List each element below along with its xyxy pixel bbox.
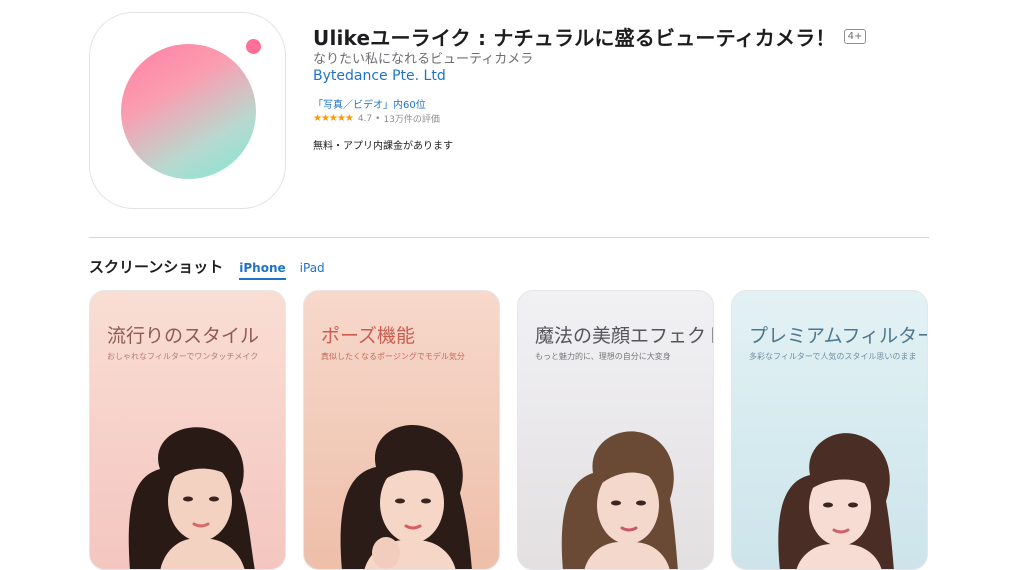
rating-value: 4.7 xyxy=(357,113,373,124)
screenshot-subtext: 多彩なフィルターで人気のスタイル思いのまま xyxy=(749,352,917,361)
section-divider xyxy=(89,237,929,238)
screenshots-header: スクリーンショット iPhone iPad xyxy=(89,256,339,280)
screenshot-headline: ポーズ機能 xyxy=(321,325,416,347)
app-title: Ulikeユーライク : ナチュラルに盛るビューティカメラ！ xyxy=(313,26,836,50)
model-portrait-image xyxy=(128,427,255,569)
model-portrait-image xyxy=(561,431,678,569)
app-icon xyxy=(89,12,286,209)
screenshot-headline: プレミアムフィルター xyxy=(749,325,928,347)
rating-count: 13万件の評価 xyxy=(383,115,440,125)
model-portrait-image xyxy=(340,425,472,569)
screenshot-headline: 流行りのスタイル xyxy=(107,325,260,347)
developer-link[interactable]: Bytedance Pte. Ltd xyxy=(313,68,446,84)
rating-row: ★★★★★ 4.7 • 13万件の評価 xyxy=(313,112,440,125)
age-rating-badge: 4+ xyxy=(843,29,867,44)
star-rating-icon: ★★★★★ xyxy=(313,113,354,124)
price-info: 無料・アプリ内課金があります xyxy=(313,141,453,152)
app-title-row: Ulikeユーライク : ナチュラルに盛るビューティカメラ！ 4+ xyxy=(313,22,867,51)
rating-separator: • xyxy=(375,113,381,124)
screenshot-subtext: おしゃれなフィルターでワンタッチメイク xyxy=(107,352,259,361)
category-rank-link[interactable]: 「写真／ビデオ」内60位 xyxy=(313,96,426,111)
app-subtitle: なりたい私になれるビューティカメラ xyxy=(313,52,534,67)
screenshot-headline: 魔法の美顔エフェクト xyxy=(535,325,714,347)
screenshots-title: スクリーンショット xyxy=(89,258,224,276)
screenshot-card-4[interactable]: プレミアムフィルター 多彩なフィルターで人気のスタイル思いのまま xyxy=(731,290,928,570)
tab-ipad[interactable]: iPad xyxy=(300,261,325,278)
tab-iphone[interactable]: iPhone xyxy=(239,261,286,280)
screenshot-card-2[interactable]: ポーズ機能 真似したくなるポージングでモデル気分 xyxy=(303,290,500,570)
screenshot-subtext: 真似したくなるポージングでモデル気分 xyxy=(321,352,465,361)
screenshot-subtext: もっと魅力的に、理想の自分に大変身 xyxy=(535,352,671,361)
camera-lens-icon xyxy=(121,44,256,179)
screenshot-card-3[interactable]: 魔法の美顔エフェクト もっと魅力的に、理想の自分に大変身 xyxy=(517,290,714,570)
camera-flash-dot-icon xyxy=(246,39,261,54)
model-portrait-image xyxy=(778,433,894,569)
screenshot-card-1[interactable]: 流行りのスタイル おしゃれなフィルターでワンタッチメイク xyxy=(89,290,286,570)
